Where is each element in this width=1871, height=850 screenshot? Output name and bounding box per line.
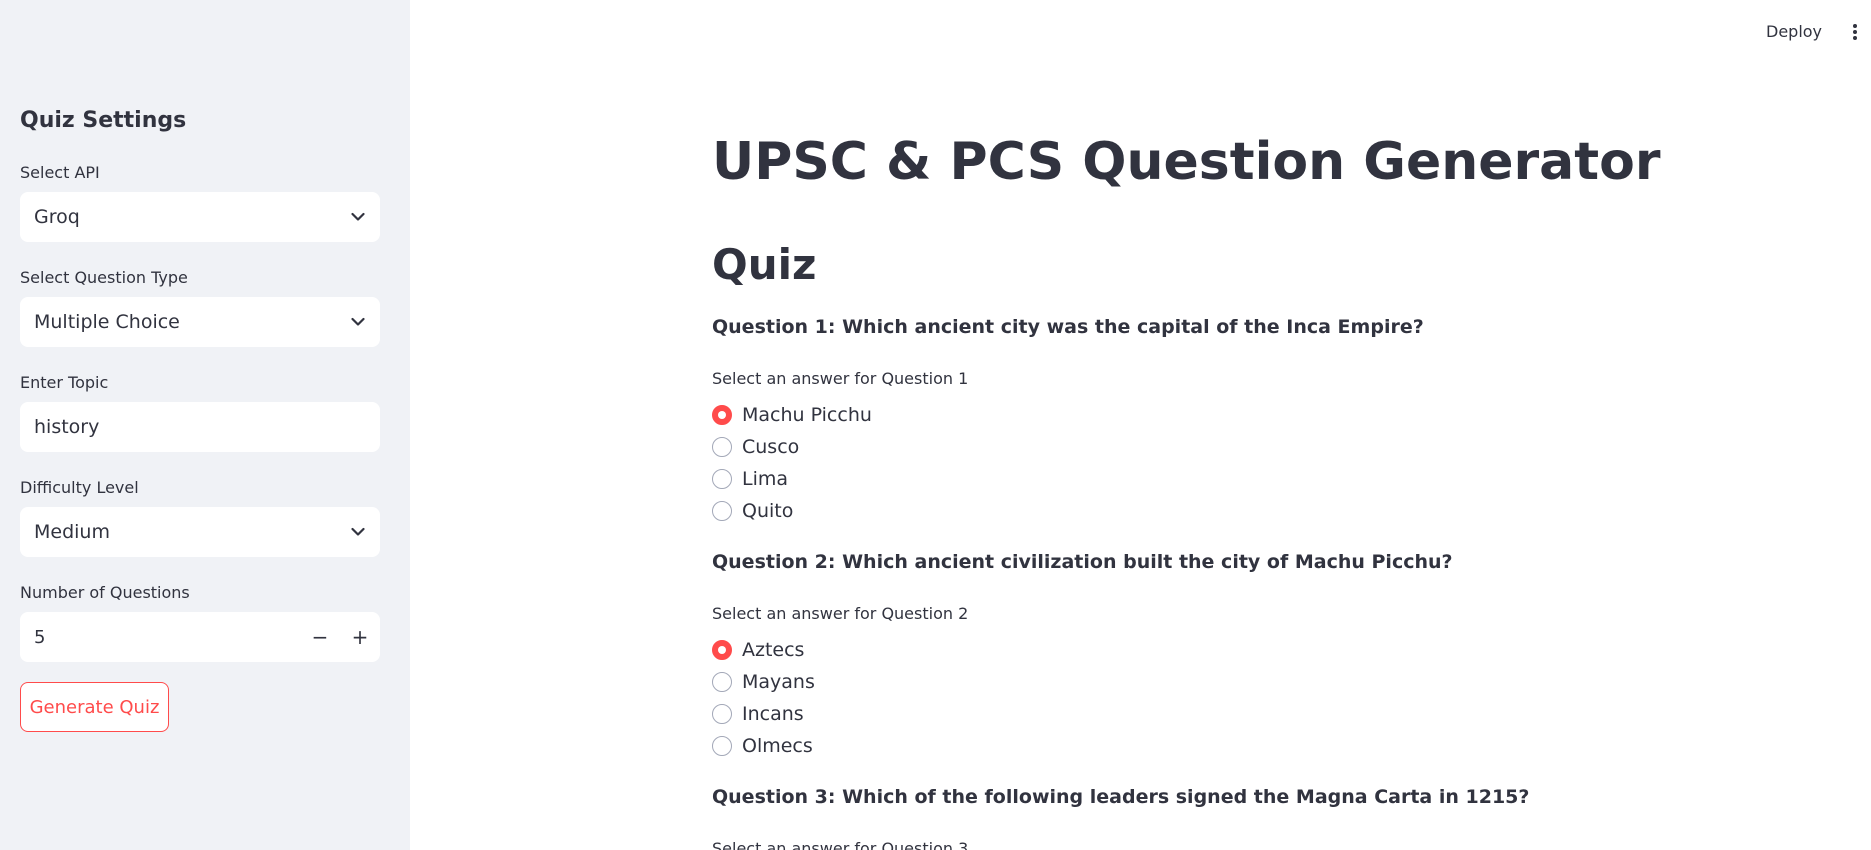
option-label: Mayans <box>742 671 815 693</box>
select-api-dropdown[interactable]: Groq <box>20 192 380 242</box>
num-questions-stepper[interactable]: 5 − + <box>20 612 380 662</box>
sidebar: Quiz Settings Select API Groq Select Que… <box>0 0 410 850</box>
q1-option-4[interactable]: Quito <box>712 497 793 525</box>
select-api-value: Groq <box>34 206 80 228</box>
decrement-button[interactable]: − <box>300 612 340 662</box>
chevron-down-icon <box>350 524 366 540</box>
q1-option-1[interactable]: Machu Picchu <box>712 401 872 429</box>
page-title: UPSC & PCS Question Generator <box>712 132 1661 192</box>
radio-icon[interactable] <box>712 437 732 457</box>
q2-option-1[interactable]: Aztecs <box>712 636 804 664</box>
deploy-button[interactable]: Deploy <box>1766 22 1822 41</box>
radio-selected-icon[interactable] <box>712 640 732 660</box>
generate-quiz-button[interactable]: Generate Quiz <box>20 682 169 732</box>
q2-option-3[interactable]: Incans <box>712 700 804 728</box>
option-label: Incans <box>742 703 804 725</box>
quiz-heading: Quiz <box>712 240 817 289</box>
option-label: Aztecs <box>742 639 805 661</box>
q1-option-3[interactable]: Lima <box>712 465 788 493</box>
difficulty-label: Difficulty Level <box>20 478 139 497</box>
question-type-dropdown[interactable]: Multiple Choice <box>20 297 380 347</box>
question-3-text: Question 3: Which of the following leade… <box>712 786 1530 808</box>
topic-label: Enter Topic <box>20 373 109 392</box>
num-questions-value[interactable]: 5 <box>34 627 300 648</box>
q2-option-2[interactable]: Mayans <box>712 668 815 696</box>
option-label: Lima <box>742 468 789 490</box>
radio-icon[interactable] <box>712 501 732 521</box>
difficulty-value: Medium <box>34 521 110 543</box>
kebab-menu-icon[interactable] <box>1848 20 1862 44</box>
topic-input[interactable]: history <box>20 402 380 452</box>
question-type-value: Multiple Choice <box>34 311 180 333</box>
topic-value: history <box>34 416 100 438</box>
increment-button[interactable]: + <box>340 612 380 662</box>
radio-icon[interactable] <box>712 672 732 692</box>
option-label: Cusco <box>742 436 800 458</box>
radio-icon[interactable] <box>712 704 732 724</box>
question-2-text: Question 2: Which ancient civilization b… <box>712 551 1453 573</box>
question-3-prompt: Select an answer for Question 3 <box>712 839 969 850</box>
radio-icon[interactable] <box>712 736 732 756</box>
select-api-label: Select API <box>20 163 100 182</box>
q1-option-2[interactable]: Cusco <box>712 433 799 461</box>
radio-selected-icon[interactable] <box>712 405 732 425</box>
num-questions-label: Number of Questions <box>20 583 190 602</box>
option-label: Quito <box>742 500 794 522</box>
question-2-prompt: Select an answer for Question 2 <box>712 604 969 623</box>
question-type-label: Select Question Type <box>20 268 188 287</box>
chevron-down-icon <box>350 209 366 225</box>
difficulty-dropdown[interactable]: Medium <box>20 507 380 557</box>
radio-icon[interactable] <box>712 469 732 489</box>
option-label: Machu Picchu <box>742 404 872 426</box>
option-label: Olmecs <box>742 735 813 757</box>
question-1-text: Question 1: Which ancient city was the c… <box>712 316 1424 338</box>
sidebar-title: Quiz Settings <box>20 108 187 133</box>
question-1-prompt: Select an answer for Question 1 <box>712 369 969 388</box>
q2-option-4[interactable]: Olmecs <box>712 732 813 760</box>
chevron-down-icon <box>350 314 366 330</box>
